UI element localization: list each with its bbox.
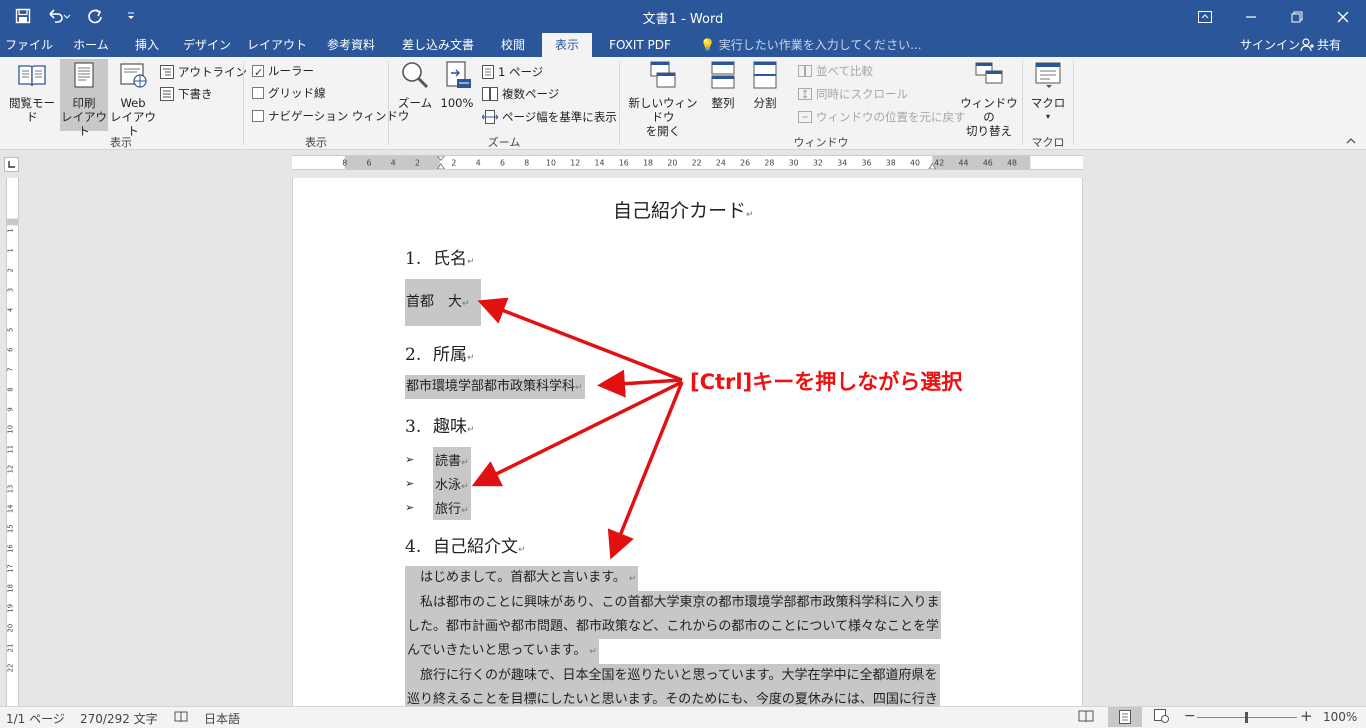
zoom-level[interactable]: 100% xyxy=(1323,710,1357,724)
web-page-icon xyxy=(1154,709,1169,723)
print-layout-view-button[interactable] xyxy=(1108,707,1142,727)
arrow-to-paragraph xyxy=(607,381,684,560)
page-count[interactable]: 1/1 ページ xyxy=(6,710,65,727)
status-bar: 1/1 ページ 270/292 文字 日本語 − + 100% xyxy=(0,706,1366,728)
arrow-to-hobbies xyxy=(471,380,683,487)
book-icon xyxy=(1078,710,1094,723)
proofing-status[interactable] xyxy=(174,710,188,726)
annotation-callout: [Ctrl]キーを押しながら選択 xyxy=(690,370,963,394)
zoom-out-button[interactable]: − xyxy=(1184,708,1196,724)
arrow-to-affiliation xyxy=(597,369,683,398)
page-icon xyxy=(1119,710,1131,724)
word-count[interactable]: 270/292 文字 xyxy=(80,710,158,727)
language-indicator[interactable]: 日本語 xyxy=(204,710,240,727)
proofing-book-icon xyxy=(174,711,188,723)
zoom-slider-thumb[interactable] xyxy=(1245,712,1248,723)
zoom-in-button[interactable]: + xyxy=(1300,707,1313,725)
web-layout-view-button[interactable] xyxy=(1154,709,1170,726)
annotation-arrows xyxy=(471,297,684,560)
arrow-to-name xyxy=(477,297,683,382)
read-mode-view-button[interactable] xyxy=(1078,709,1094,726)
